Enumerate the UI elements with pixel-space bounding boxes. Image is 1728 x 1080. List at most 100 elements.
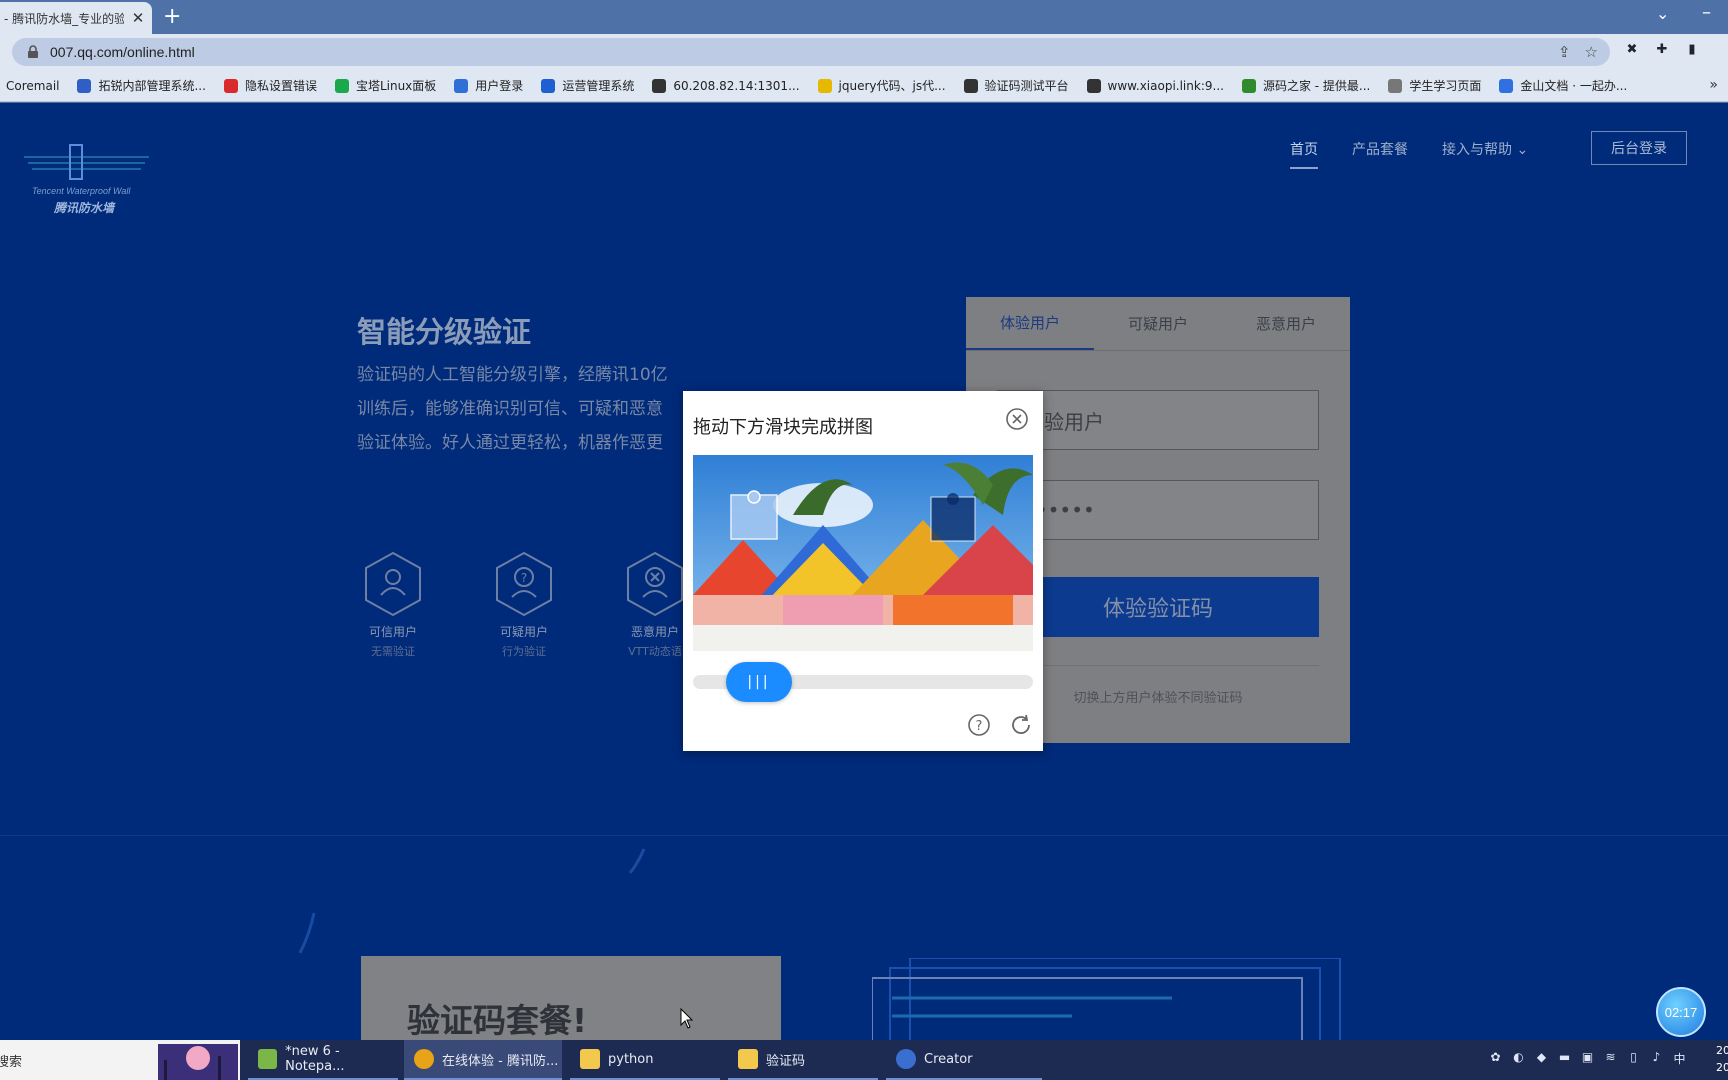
hero-description: 验证码的人工智能分级引擎，经腾讯10亿 训练后，能够准确识别可信、可疑和恶意 验… bbox=[357, 358, 697, 460]
taskbar-app-label: 在线体验 - 腾讯防... bbox=[442, 1053, 559, 1069]
malicious-user-icon bbox=[627, 551, 683, 617]
bookmark-star-icon[interactable]: ☆ bbox=[1585, 43, 1598, 61]
feature-trusted-user: 可信用户 无需验证 bbox=[343, 551, 443, 659]
bookmark-label: 隐私设置错误 bbox=[244, 79, 317, 93]
taskbar-app-chrome[interactable]: 在线体验 - 腾讯防... bbox=[404, 1040, 562, 1080]
bookmark-favicon-icon bbox=[817, 78, 832, 93]
taskbar-app-captcha-folder[interactable]: 验证码 bbox=[728, 1040, 878, 1080]
user-type-tabs: 体验用户 可疑用户 恶意用户 bbox=[966, 297, 1350, 351]
clock-line: 202 bbox=[1716, 1061, 1728, 1074]
address-bar[interactable]: 007.qq.com/online.html ⇪ ☆ bbox=[12, 38, 1610, 66]
tray-wifi-icon[interactable]: ≋ bbox=[1603, 1050, 1618, 1065]
tab-malicious-user[interactable]: 恶意用户 bbox=[1222, 297, 1350, 350]
taskbar-app-notepad[interactable]: *new 6 - Notepa... bbox=[248, 1040, 398, 1080]
bookmark-favicon-icon bbox=[652, 78, 667, 93]
bookmark-label: 拓锐内部管理系统... bbox=[98, 79, 206, 93]
nav-home[interactable]: 首页 bbox=[1290, 139, 1318, 169]
nav-help[interactable]: 接入与帮助 ⌄ bbox=[1442, 139, 1528, 169]
suspicious-user-icon: ? bbox=[496, 551, 552, 617]
bookmark-item[interactable]: 运营管理系统 bbox=[541, 77, 634, 94]
tray-edge-icon[interactable]: ◐ bbox=[1511, 1050, 1526, 1065]
bookmark-item[interactable]: 宝塔Linux面板 bbox=[334, 77, 437, 94]
tray-screenshot-icon[interactable]: ▣ bbox=[1580, 1050, 1595, 1065]
tray-device-icon[interactable]: ▯ bbox=[1626, 1050, 1641, 1065]
nav-products[interactable]: 产品套餐 bbox=[1352, 139, 1408, 169]
close-icon[interactable] bbox=[1005, 407, 1029, 431]
bookmark-favicon-icon bbox=[454, 78, 469, 93]
minimize-icon[interactable]: – bbox=[1702, 2, 1711, 23]
search-highlight-art bbox=[158, 1044, 238, 1080]
web-page: Tencent Waterproof Wall 腾讯防水墙 首页 产品套餐 接入… bbox=[0, 103, 1728, 1040]
bookmark-favicon-icon bbox=[1086, 78, 1101, 93]
extensions-puzzle-icon[interactable]: ✚ bbox=[1654, 42, 1670, 58]
bookmark-label: 60.208.82.14:1301... bbox=[673, 78, 800, 93]
windows-taskbar: 搜索 *new 6 - Notepa... 在线体验 - 腾讯防... pyth… bbox=[0, 1040, 1728, 1080]
bookmark-item[interactable]: 用户登录 bbox=[454, 77, 523, 94]
browser-toolbar: 007.qq.com/online.html ⇪ ☆ ✖ ✚ ▮ bbox=[0, 34, 1728, 70]
recording-timer[interactable]: 02:17 bbox=[1656, 987, 1706, 1037]
bookmark-favicon-icon bbox=[223, 78, 238, 93]
switch-user-hint: 切换上方用户体验不同验证码 bbox=[1073, 691, 1243, 706]
help-icon[interactable]: ? bbox=[967, 713, 991, 737]
bookmark-item[interactable]: www.xiaopi.link:9... bbox=[1086, 78, 1224, 93]
taskbar-clock[interactable]: 20 202 bbox=[1716, 1042, 1728, 1076]
tab-title: - 腾讯防水墙_专业的验证码 bbox=[4, 11, 124, 26]
password-field[interactable]: •••••• bbox=[997, 480, 1319, 540]
tab-close-icon[interactable]: ✕ bbox=[130, 9, 146, 27]
bookmarks-more-icon[interactable]: » bbox=[1709, 77, 1718, 93]
package-title: 验证码套餐! bbox=[407, 1001, 588, 1040]
hero-line: 验证体验。好人通过更轻松，机器作恶更 bbox=[357, 433, 663, 453]
bookmark-label: jquery代码、js代... bbox=[838, 79, 946, 93]
folder-icon bbox=[580, 1049, 600, 1069]
bookmark-item[interactable]: jquery代码、js代... bbox=[817, 77, 946, 94]
feature-name: 可疑用户 bbox=[499, 625, 548, 639]
bookmarks-bar: Coremail 拓锐内部管理系统... 隐私设置错误 宝塔Linux面板 用户登录 运营… bbox=[0, 70, 1728, 102]
bookmark-item[interactable]: 60.208.82.14:1301... bbox=[652, 78, 800, 93]
admin-login-button[interactable]: 后台登录 bbox=[1591, 131, 1687, 165]
tab-experience-user[interactable]: 体验用户 bbox=[966, 297, 1094, 350]
mouse-cursor-icon bbox=[680, 1008, 694, 1029]
taskbar-app-python-folder[interactable]: python bbox=[570, 1040, 720, 1080]
tray-app-icon[interactable]: ◆ bbox=[1534, 1050, 1549, 1065]
bookmark-favicon-icon bbox=[1499, 78, 1514, 93]
share-icon[interactable]: ⇪ bbox=[1558, 43, 1571, 61]
extension-x-icon[interactable]: ✖ bbox=[1624, 42, 1640, 58]
browser-tab[interactable]: - 腾讯防水墙_专业的验证码 ✕ bbox=[0, 2, 152, 34]
new-tab-icon[interactable]: + bbox=[163, 4, 181, 30]
tray-volume-icon[interactable]: ♪ bbox=[1649, 1050, 1664, 1065]
tab-suspicious-user[interactable]: 可疑用户 bbox=[1094, 297, 1222, 350]
bookmark-label: Coremail bbox=[6, 78, 60, 93]
tray-app-icon[interactable]: ✿ bbox=[1488, 1050, 1503, 1065]
slider-captcha-dialog: 拖动下方滑块完成拼图 ||| ? bbox=[683, 391, 1043, 751]
tray-battery-icon[interactable]: ▬ bbox=[1557, 1050, 1572, 1065]
bookmark-item[interactable]: 金山文档 · 一起办... bbox=[1499, 77, 1627, 94]
search-text: 搜索 bbox=[0, 1054, 23, 1070]
divider bbox=[997, 665, 1319, 666]
bookmark-item[interactable]: 隐私设置错误 bbox=[223, 77, 317, 94]
slider-handle[interactable]: ||| bbox=[726, 662, 792, 702]
refresh-icon[interactable] bbox=[1009, 713, 1033, 737]
bookmark-item[interactable]: 验证码测试平台 bbox=[963, 77, 1069, 94]
bookmark-item[interactable]: 源码之家 - 提供最... bbox=[1241, 77, 1370, 94]
puzzle-image bbox=[693, 455, 1033, 651]
bookmark-label: 宝塔Linux面板 bbox=[355, 79, 437, 93]
lock-icon bbox=[28, 45, 38, 58]
bookmark-label: 金山文档 · 一起办... bbox=[1520, 79, 1628, 93]
bookmark-favicon-icon bbox=[1241, 78, 1256, 93]
bookmark-item[interactable]: Coremail bbox=[6, 79, 59, 93]
username-field[interactable]: 体验用户 bbox=[997, 390, 1319, 450]
bookmark-favicon-icon bbox=[963, 78, 978, 93]
taskbar-app-creator[interactable]: Creator bbox=[886, 1040, 1042, 1080]
bookmark-item[interactable]: 学生学习页面 bbox=[1388, 77, 1481, 94]
tab-search-icon[interactable]: ⌄ bbox=[1656, 4, 1669, 23]
try-captcha-button[interactable]: 体验验证码 bbox=[997, 577, 1319, 637]
folder-icon bbox=[738, 1049, 758, 1069]
side-panel-icon[interactable]: ▮ bbox=[1684, 42, 1700, 58]
bookmark-item[interactable]: 拓锐内部管理系统... bbox=[77, 77, 206, 94]
system-tray: ✿ ◐ ◆ ▬ ▣ ≋ ▯ ♪ 中 bbox=[1488, 1050, 1687, 1066]
decoration-leaf-icon bbox=[628, 848, 646, 874]
feature-suspicious-user: ? 可疑用户 行为验证 bbox=[474, 551, 574, 659]
tray-ime-indicator[interactable]: 中 bbox=[1672, 1050, 1687, 1066]
taskbar-app-label: python bbox=[608, 1051, 654, 1067]
taskbar-app-label: 验证码 bbox=[766, 1053, 806, 1069]
